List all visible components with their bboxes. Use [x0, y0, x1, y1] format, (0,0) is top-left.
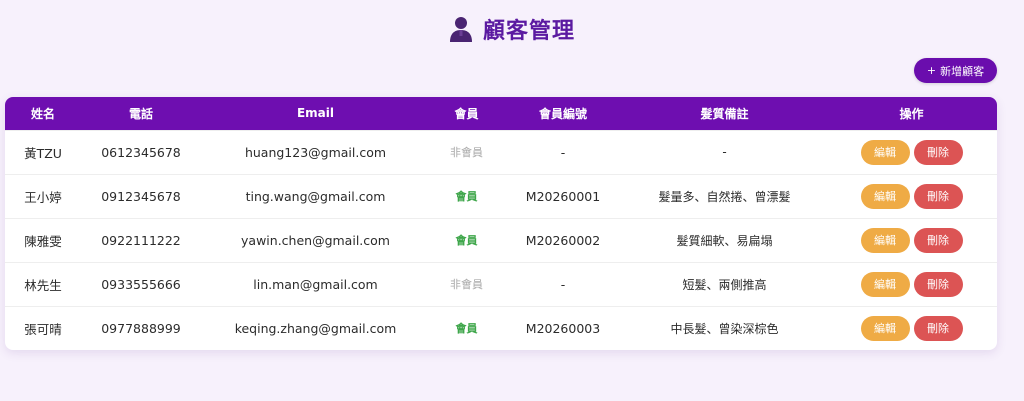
cell-member: 會員: [430, 174, 503, 218]
cell-member: 會員: [430, 218, 503, 262]
delete-button[interactable]: 刪除: [913, 183, 963, 209]
table-row: 林先生 0933555666 lin.man@gmail.com 非會員 - 短髮、兩側推…: [5, 262, 997, 306]
edit-button[interactable]: 編輯: [860, 139, 910, 165]
edit-button[interactable]: 編輯: [860, 271, 910, 297]
cell-hair-notes: 髮量多、自然捲、曾漂髮: [658, 189, 791, 204]
page-title: 顧客管理: [482, 19, 575, 44]
add-customer-label: 新增顧客: [940, 64, 985, 78]
cell-actions: 編輯 刪除: [826, 306, 997, 350]
row-actions: 編輯 刪除: [826, 271, 997, 297]
cell-email: lin.man@gmail.com: [253, 276, 378, 292]
table-header-row: 姓名 電話 Email 會員 會員編號 髮質備註 操作: [5, 97, 997, 130]
customer-table: 姓名 電話 Email 會員 會員編號 髮質備註 操作 黃TZU 06123456…: [5, 97, 997, 350]
edit-button[interactable]: 編輯: [860, 227, 910, 253]
member-status-badge: 會員: [455, 190, 478, 203]
cell-actions: 編輯 刪除: [826, 174, 997, 218]
cell-actions: 編輯 刪除: [826, 218, 997, 262]
column-header-actions: 操作: [899, 106, 924, 121]
cell-member-no: M20260002: [525, 232, 601, 248]
cell-member: 非會員: [430, 130, 503, 174]
table-row: 張可晴 0977888999 keqing.zhang@gmail.com 會員 M20…: [5, 306, 997, 350]
cell-phone: 0612345678: [101, 144, 181, 160]
delete-button[interactable]: 刪除: [913, 271, 963, 297]
cell-phone: 0977888999: [101, 320, 181, 336]
cell-phone: 0933555666: [101, 276, 181, 292]
cell-member-no: M20260001: [525, 188, 601, 204]
user-icon: [449, 17, 472, 42]
column-header-phone: 電話: [128, 106, 153, 121]
delete-button[interactable]: 刪除: [913, 315, 963, 341]
delete-button[interactable]: 刪除: [913, 227, 963, 253]
cell-member: 非會員: [430, 262, 503, 306]
cell-email: ting.wang@gmail.com: [245, 188, 386, 204]
customer-table-card: 姓名 電話 Email 會員 會員編號 髮質備註 操作 黃TZU 06123456…: [5, 97, 997, 350]
cell-email: huang123@gmail.com: [244, 144, 387, 160]
page-header: 顧客管理: [0, 12, 1024, 46]
table-row: 陳雅雯 0922111222 yawin.chen@gmail.com 會員 M2026…: [5, 218, 997, 262]
cell-name: 陳雅雯: [24, 233, 62, 249]
member-status-badge: 非會員: [450, 278, 483, 291]
cell-name: 黃TZU: [24, 145, 62, 161]
table-row: 黃TZU 0612345678 huang123@gmail.com 非會員 - - 編輯刪…: [5, 130, 997, 174]
cell-hair-notes: 中長髮、曾染深棕色: [670, 321, 779, 336]
column-header-name: 姓名: [30, 106, 55, 121]
edit-button[interactable]: 編輯: [860, 315, 910, 341]
edit-button[interactable]: 編輯: [860, 183, 910, 209]
cell-name: 王小婷: [24, 189, 62, 205]
cell-actions: 編輯 刪除: [826, 262, 997, 306]
cell-phone: 0912345678: [101, 188, 181, 204]
cell-email: keqing.zhang@gmail.com: [234, 320, 397, 336]
cell-member-no: -: [560, 276, 566, 292]
row-actions: 編輯 刪除: [826, 315, 997, 341]
cell-hair-notes: 短髮、兩側推高: [682, 277, 767, 292]
member-status-badge: 會員: [455, 322, 478, 336]
column-header-email: Email: [296, 106, 335, 121]
cell-actions: 編輯 刪除: [826, 130, 997, 174]
cell-hair-notes: 髮質細軟、易扁塌: [676, 233, 773, 248]
cell-hair-notes: -: [722, 145, 727, 159]
cell-member-no: -: [560, 144, 566, 160]
table-row: 王小婷 0912345678 ting.wang@gmail.com 會員 M20260…: [5, 174, 997, 218]
cell-phone: 0922111222: [101, 232, 181, 248]
add-customer-button[interactable]: + 新增顧客: [914, 58, 997, 83]
row-actions: 編輯 刪除: [826, 183, 997, 209]
column-header-member: 會員: [454, 106, 479, 121]
row-actions: 編輯 刪除: [826, 227, 997, 253]
delete-button[interactable]: 刪除: [913, 139, 963, 165]
cell-name: 張可晴: [24, 321, 62, 337]
cell-member-no: M20260003: [525, 320, 601, 336]
column-header-member-no: 會員編號: [538, 106, 587, 121]
column-header-hair-notes: 髮質備註: [700, 106, 749, 121]
cell-name: 林先生: [24, 277, 62, 293]
member-status-badge: 非會員: [450, 146, 483, 159]
cell-email: yawin.chen@gmail.com: [241, 232, 390, 248]
row-actions: 編輯 刪除: [826, 139, 997, 165]
plus-icon: +: [926, 64, 937, 77]
cell-member: 會員: [430, 306, 503, 350]
member-status-badge: 會員: [455, 234, 478, 247]
